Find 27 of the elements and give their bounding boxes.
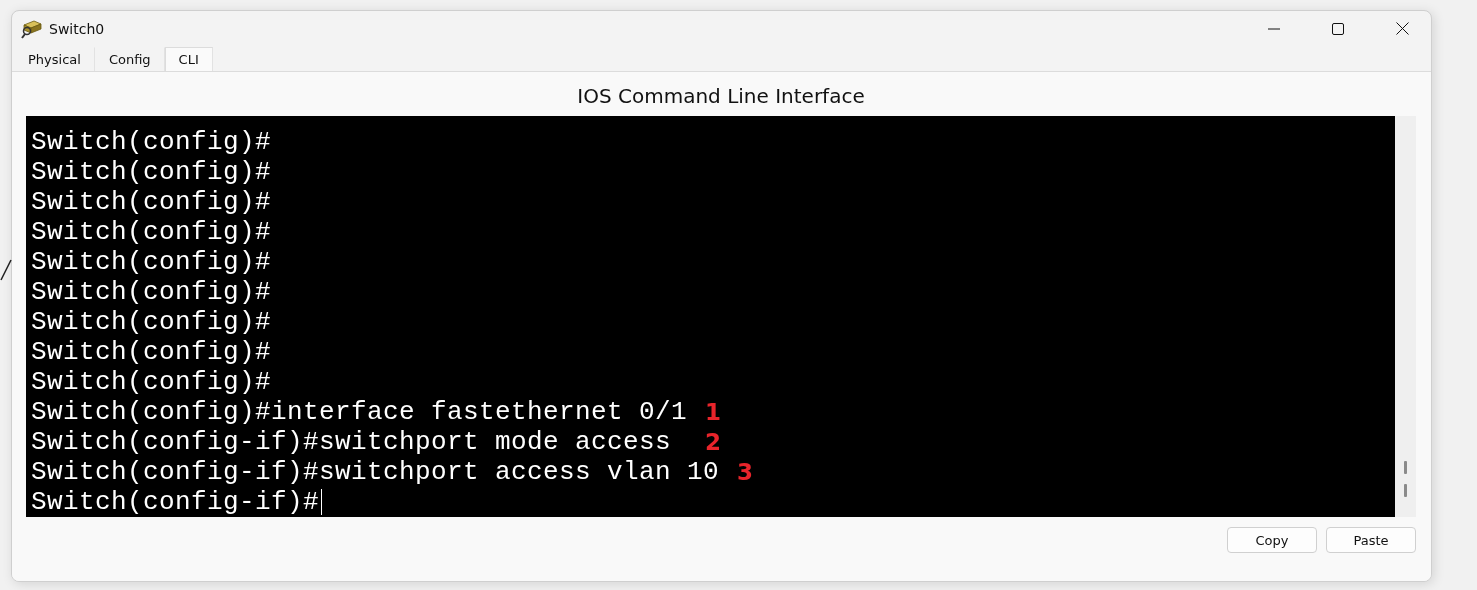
step-number: 3 [737,458,754,487]
terminal-line: Switch(config)# [31,367,272,397]
terminal-line: Switch(config)# [31,247,272,277]
window-title: Switch0 [49,20,106,37]
terminal-line: Switch(config-if)# [31,487,320,517]
terminal-line: Switch(config)# [31,127,272,157]
terminal-line: Switch(config)# [31,277,272,307]
terminal-line: Switch(config)# [31,157,272,187]
terminal-line: Switch(config)# [31,337,272,367]
step-number: 2 [705,428,722,457]
close-icon[interactable] [1395,22,1409,35]
terminal-line: Switch(config)#interface fastethernet 0/1 [31,397,688,427]
copy-button[interactable]: Copy [1227,527,1317,553]
paste-button[interactable]: Paste [1326,527,1416,553]
terminal-line: Switch(config)# [31,307,272,337]
terminal[interactable] [26,116,1395,517]
tab[interactable]: CLI [164,47,213,71]
terminal-line: Switch(config)# [31,187,272,217]
terminal-line: Switch(config)# [31,217,272,247]
terminal-line: Switch(config-if)#switchport mode access [31,427,673,457]
panel-heading: IOS Command Line Interface [576,83,866,110]
connection-line [0,259,12,281]
scrollbar[interactable] [1395,116,1416,517]
terminal-line: Switch(config-if)#switchport access vlan 10 [31,457,720,487]
switch-icon [21,18,43,39]
maximize-icon[interactable] [1332,22,1344,35]
step-number: 1 [705,398,722,427]
